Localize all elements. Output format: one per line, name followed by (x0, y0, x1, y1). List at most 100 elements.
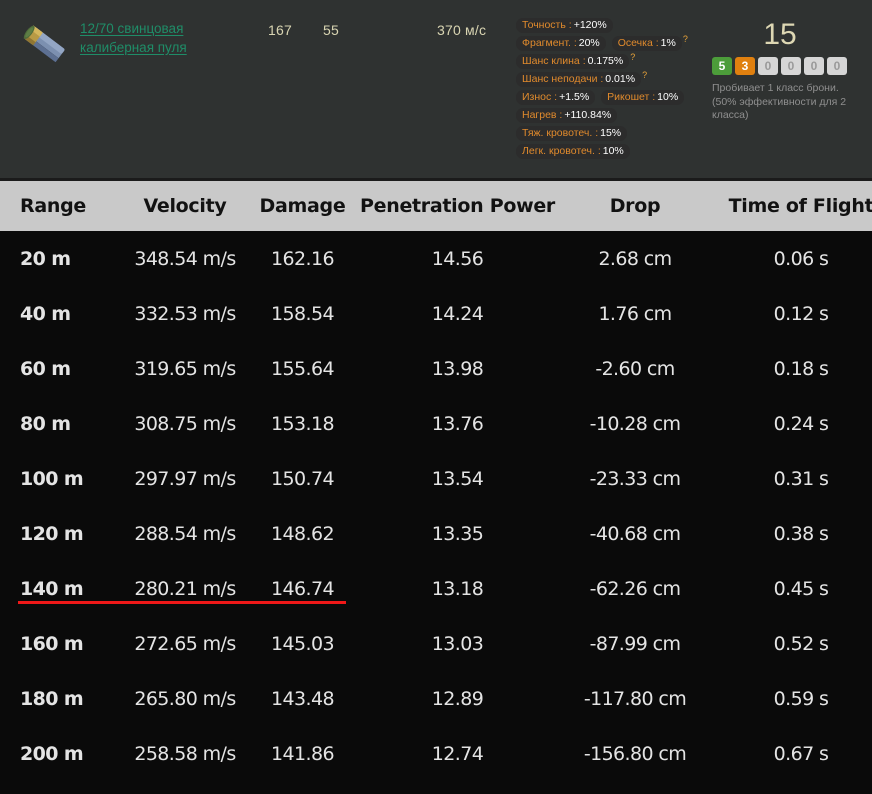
column-header-time-of-flight[interactable]: Time of Flight (710, 181, 872, 231)
cell-drop: -117.80 cm (560, 671, 710, 726)
armor-summary-panel: 15 530000 Пробивает 1 класс брони. (50% … (712, 18, 862, 123)
cell-damage: 155.64 (250, 341, 355, 396)
stat-badge-row: Фрагмент. :20%Осечка :1%? (516, 36, 706, 51)
armor-class-box: 0 (827, 57, 847, 75)
ammo-info-panel: 12/70 свинцовая калиберная пуля 167 55 3… (0, 0, 872, 178)
table-header-row: Range Velocity Damage Penetration Power … (0, 181, 872, 231)
stat-badge-value: 15% (600, 127, 621, 139)
table-row[interactable]: 160 m272.65 m/s145.0313.03-87.99 cm0.52 … (0, 616, 872, 671)
cell-penetration: 13.54 (355, 451, 560, 506)
stat-badge-row: Тяж. кровотеч. :15% (516, 126, 706, 141)
cell-velocity: 319.65 m/s (120, 341, 250, 396)
help-question-icon[interactable]: ? (630, 53, 635, 62)
cell-penetration: 14.56 (355, 231, 560, 286)
table-row[interactable]: 180 m265.80 m/s143.4812.89-117.80 cm0.59… (0, 671, 872, 726)
stat-badge-label: Износ : (522, 91, 557, 103)
cell-range: 160 m (0, 616, 120, 671)
penetration-class-number: 15 (698, 18, 862, 52)
stat-badge-label: Фрагмент. : (522, 37, 577, 49)
cell-velocity: 308.75 m/s (120, 396, 250, 451)
stat-badge: Легк. кровотеч. :10% (516, 144, 630, 159)
ballistics-table-wrapper: Range Velocity Damage Penetration Power … (0, 178, 872, 781)
table-row[interactable]: 60 m319.65 m/s155.6413.98-2.60 cm0.18 s (0, 341, 872, 396)
column-header-drop[interactable]: Drop (560, 181, 710, 231)
cell-time-of-flight: 0.24 s (710, 396, 872, 451)
cell-range: 140 m (0, 561, 120, 616)
stat-badge-label: Шанс неподачи : (522, 73, 603, 85)
cell-drop: -62.26 cm (560, 561, 710, 616)
cell-time-of-flight: 0.31 s (710, 451, 872, 506)
cell-time-of-flight: 0.45 s (710, 561, 872, 616)
column-header-velocity[interactable]: Velocity (120, 181, 250, 231)
help-question-icon[interactable]: ? (683, 35, 688, 44)
cell-velocity: 348.54 m/s (120, 231, 250, 286)
cell-drop: -23.33 cm (560, 451, 710, 506)
stat-badge-list: Точность :+120% Фрагмент. :20%Осечка :1%?… (516, 18, 706, 162)
stat-badge: Нагрев :+110.84% (516, 108, 617, 123)
cell-time-of-flight: 0.38 s (710, 506, 872, 561)
muzzle-speed-value: 370 м/с (437, 22, 486, 38)
stat-badge-label: Нагрев : (522, 109, 562, 121)
table-row[interactable]: 200 m258.58 m/s141.8612.74-156.80 cm0.67… (0, 726, 872, 781)
armor-class-boxes: 530000 (712, 57, 862, 75)
cell-drop: 2.68 cm (560, 231, 710, 286)
cell-damage: 148.62 (250, 506, 355, 561)
stat-badge: Тяж. кровотеч. :15% (516, 126, 627, 141)
cell-drop: -40.68 cm (560, 506, 710, 561)
stat-badge: Шанс клина :0.175% (516, 54, 629, 69)
table-row[interactable]: 20 m348.54 m/s162.1614.562.68 cm0.06 s (0, 231, 872, 286)
column-header-penetration[interactable]: Penetration Power (355, 181, 560, 231)
table-row[interactable]: 120 m288.54 m/s148.6213.35-40.68 cm0.38 … (0, 506, 872, 561)
cell-range: 40 m (0, 286, 120, 341)
table-row[interactable]: 40 m332.53 m/s158.5414.241.76 cm0.12 s (0, 286, 872, 341)
cell-velocity: 332.53 m/s (120, 286, 250, 341)
stat-badge-row: Точность :+120% (516, 18, 706, 33)
cell-damage: 143.48 (250, 671, 355, 726)
table-row[interactable]: 140 m280.21 m/s146.7413.18-62.26 cm0.45 … (0, 561, 872, 616)
stat-badge-value: 0.175% (588, 55, 624, 67)
table-header: Range Velocity Damage Penetration Power … (0, 181, 872, 231)
cell-range: 180 m (0, 671, 120, 726)
stat-badge: Износ :+1.5% (516, 90, 595, 105)
ammo-name-link[interactable]: 12/70 свинцовая калиберная пуля (80, 19, 250, 57)
table-row[interactable]: 100 m297.97 m/s150.7413.54-23.33 cm0.31 … (0, 451, 872, 506)
cell-velocity: 288.54 m/s (120, 506, 250, 561)
cell-range: 80 m (0, 396, 120, 451)
armor-class-box: 5 (712, 57, 732, 75)
stat-badge-row: Нагрев :+110.84% (516, 108, 706, 123)
stat-badge-value: +110.84% (564, 109, 611, 121)
cell-damage: 141.86 (250, 726, 355, 781)
cell-penetration: 13.35 (355, 506, 560, 561)
armor-class-box: 0 (804, 57, 824, 75)
column-header-range[interactable]: Range (0, 181, 120, 231)
stat-badge-label: Рикошет : (607, 91, 655, 103)
cell-damage: 146.74 (250, 561, 355, 616)
armor-class-box: 3 (735, 57, 755, 75)
stat-badge-value: 1% (661, 37, 676, 49)
armor-summary-description: Пробивает 1 класс брони. (50% эффективно… (712, 82, 858, 123)
stat-badge-row: Шанс неподачи :0.01%? (516, 72, 706, 87)
cell-drop: -10.28 cm (560, 396, 710, 451)
cell-time-of-flight: 0.06 s (710, 231, 872, 286)
cell-damage: 153.18 (250, 396, 355, 451)
cell-penetration: 13.98 (355, 341, 560, 396)
help-question-icon[interactable]: ? (642, 71, 647, 80)
cell-damage: 162.16 (250, 231, 355, 286)
cell-velocity: 297.97 m/s (120, 451, 250, 506)
column-header-damage[interactable]: Damage (250, 181, 355, 231)
cell-time-of-flight: 0.67 s (710, 726, 872, 781)
stat-badge: Точность :+120% (516, 18, 613, 33)
table-row[interactable]: 80 m308.75 m/s153.1813.76-10.28 cm0.24 s (0, 396, 872, 451)
cell-velocity: 258.58 m/s (120, 726, 250, 781)
stat-badge-row: Легк. кровотеч. :10% (516, 144, 706, 159)
cell-velocity: 265.80 m/s (120, 671, 250, 726)
cell-penetration: 13.76 (355, 396, 560, 451)
cell-range: 20 m (0, 231, 120, 286)
cell-range: 100 m (0, 451, 120, 506)
cell-drop: -156.80 cm (560, 726, 710, 781)
cell-penetration: 13.18 (355, 561, 560, 616)
armor-class-box: 0 (758, 57, 778, 75)
table-body: 20 m348.54 m/s162.1614.562.68 cm0.06 s40… (0, 231, 872, 781)
cell-drop: -2.60 cm (560, 341, 710, 396)
stat-badge-label: Тяж. кровотеч. : (522, 127, 598, 139)
